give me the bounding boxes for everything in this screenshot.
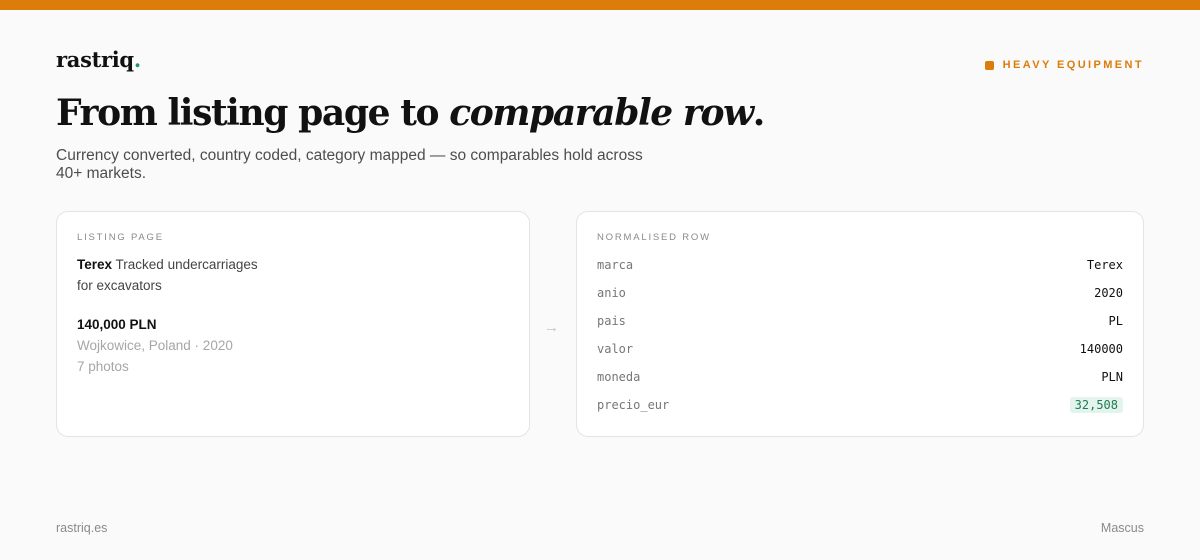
title-italic: comparable row <box>449 92 754 134</box>
field-key: anio <box>597 286 626 300</box>
field-row: pais PL <box>597 312 1123 340</box>
field-value: 2020 <box>1094 286 1123 300</box>
category-label: HEAVY EQUIPMENT <box>1002 59 1144 71</box>
field-row: valor 140000 <box>597 340 1123 368</box>
listing-brand: Terex <box>77 257 113 272</box>
field-value: 140000 <box>1079 342 1123 356</box>
title-plain: From listing page to <box>56 92 450 134</box>
field-row: marca Terex <box>597 256 1123 284</box>
field-key: pais <box>597 314 626 328</box>
brand-name: rastriq <box>56 47 134 72</box>
listing-photos: 7 photos <box>77 359 129 374</box>
footer-site-link[interactable]: rastriq.es <box>56 521 107 535</box>
listing-price: 140,000 PLN <box>77 317 157 332</box>
field-list: marca Terex anio 2020 pais PL valor 1400… <box>597 256 1123 424</box>
listing-location: Wojkowice, Poland · 2020 <box>77 338 233 353</box>
page-subtitle: Currency converted, country coded, categ… <box>56 147 643 182</box>
square-icon <box>984 60 994 70</box>
price-eur-badge: 32,508 <box>1069 397 1123 413</box>
field-key: precio_eur <box>597 398 670 412</box>
title-end: . <box>752 92 766 134</box>
field-key: valor <box>597 342 634 356</box>
field-row: anio 2020 <box>597 284 1123 312</box>
field-row-highlight: precio_eur 32,508 <box>597 396 1123 424</box>
normalised-row-card: NORMALISED ROW marca Terex anio 2020 pai… <box>576 211 1144 437</box>
footer-source: Mascus <box>1100 521 1144 535</box>
listing-title: Terex Tracked undercarriages for excavat… <box>77 254 277 296</box>
normalised-card-label: NORMALISED ROW <box>597 232 711 243</box>
listing-card: LISTING PAGE Terex Tracked undercarriage… <box>56 211 530 437</box>
brand-logo[interactable]: rastriq. <box>56 47 141 72</box>
field-value: PL <box>1108 314 1123 328</box>
field-key: moneda <box>597 370 641 384</box>
category-tag: HEAVY EQUIPMENT <box>984 59 1144 71</box>
field-value: Terex <box>1086 258 1123 272</box>
field-row: moneda PLN <box>597 368 1123 396</box>
page-title: From listing page to comparable row. <box>56 92 766 134</box>
field-value: PLN <box>1101 370 1123 384</box>
arrow-right-icon: → <box>544 319 559 336</box>
brand-dot: . <box>133 47 141 72</box>
listing-card-label: LISTING PAGE <box>77 232 164 243</box>
field-key: marca <box>597 258 634 272</box>
top-accent-bar <box>0 0 1200 10</box>
